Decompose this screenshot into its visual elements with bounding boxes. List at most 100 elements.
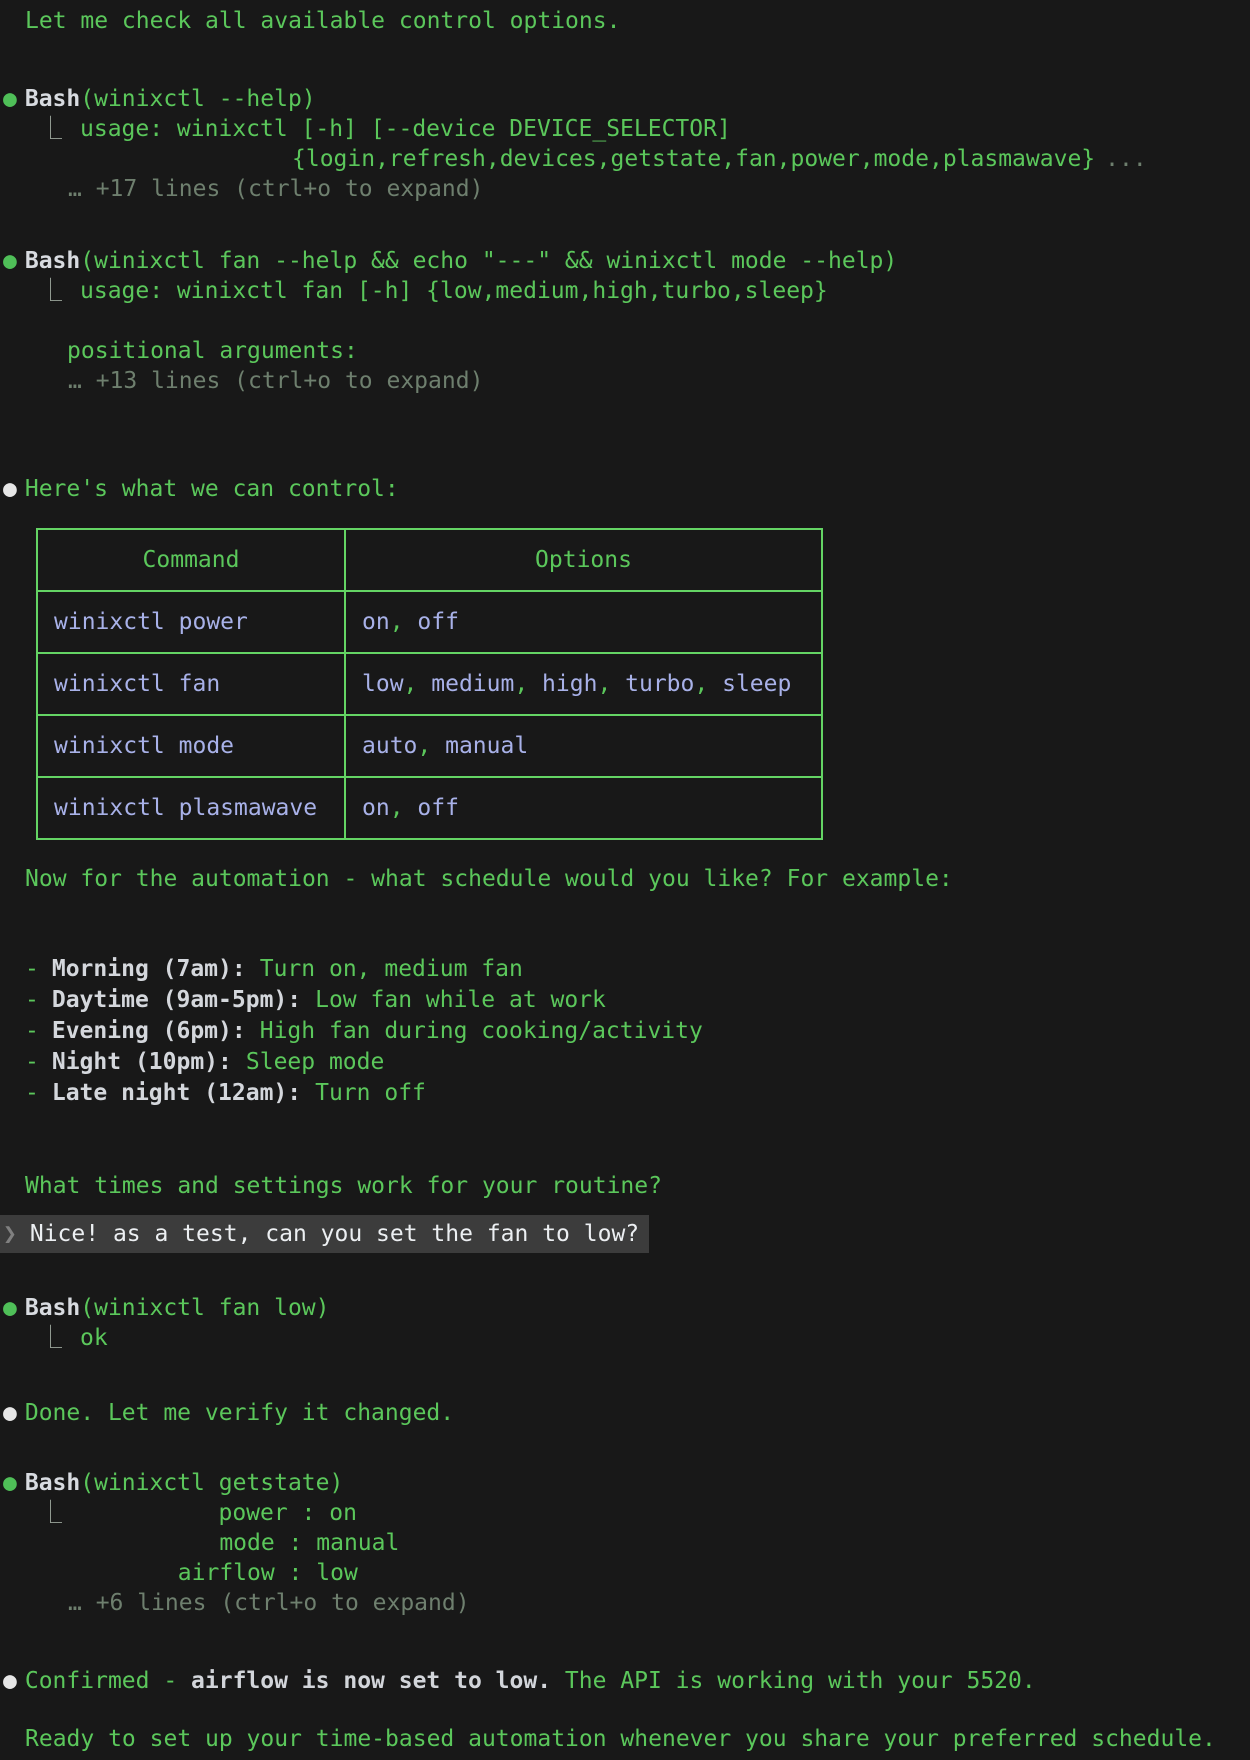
tool-name: Bash	[25, 248, 80, 274]
collapsed-output-hint[interactable]: … +13 lines (ctrl+o to expand)	[0, 366, 1250, 396]
schedule-text: Turn on, medium fan	[260, 956, 523, 982]
tool-bullet-icon: ●	[3, 86, 17, 112]
blank-line	[0, 306, 1250, 336]
spacer	[0, 1253, 1250, 1293]
tool-output-text: usage: winixctl fan [-h] {low,medium,hig…	[80, 278, 828, 304]
list-dash: -	[25, 956, 39, 982]
option-separator: ,	[597, 671, 625, 697]
schedule-label: Late night (12am):	[52, 1080, 301, 1106]
assistant-text: Done. Let me verify it changed.	[25, 1400, 454, 1426]
tool-bullet-icon: ●	[3, 1295, 17, 1321]
table-cell-command: winixctl fan	[37, 653, 345, 715]
spacer	[0, 1618, 1250, 1666]
tool-output-line: airflow : low	[0, 1558, 1250, 1588]
tool-call-getstate: ●Bash(winixctl getstate)	[0, 1468, 1250, 1498]
collapsed-output-hint[interactable]: … +17 lines (ctrl+o to expand)	[0, 174, 1250, 204]
assistant-outro-text: Ready to set up your time-based automati…	[0, 1724, 1250, 1754]
table-cell-command: winixctl mode	[37, 715, 345, 777]
tool-output-line: ⎿ power : on	[0, 1498, 1250, 1528]
tool-output-text: power : on	[80, 1500, 357, 1526]
table-row: winixctl mode auto, manual	[37, 715, 822, 777]
tool-name: Bash	[25, 1295, 80, 1321]
table-cell-options: auto, manual	[345, 715, 822, 777]
tool-output-line: ⎿ ok	[0, 1323, 1250, 1353]
option-value: turbo	[625, 671, 694, 697]
assistant-text-question: What times and settings work for your ro…	[0, 1171, 1250, 1201]
spacer	[0, 1109, 1250, 1171]
tool-output-line: ⎿usage: winixctl [-h] [--device DEVICE_S…	[0, 114, 1250, 144]
spacer	[0, 36, 1250, 84]
assistant-text: Here's what we can control:	[25, 476, 399, 502]
schedule-label: Daytime (9am-5pm):	[52, 987, 301, 1013]
option-separator: ,	[694, 671, 722, 697]
message-bullet-icon: ●	[3, 476, 17, 502]
schedule-text: Sleep mode	[246, 1049, 384, 1075]
prompt-chevron-icon: ❯	[3, 1221, 17, 1247]
control-options-table: Command Options winixctl power on, off w…	[36, 528, 823, 840]
spacer	[0, 1696, 1250, 1724]
option-value: low	[362, 671, 404, 697]
user-message-row: ❯Nice! as a test, can you set the fan to…	[0, 1215, 1250, 1253]
option-value: high	[542, 671, 597, 697]
option-separator: ,	[404, 671, 432, 697]
collapsed-output-hint[interactable]: … +6 lines (ctrl+o to expand)	[0, 1588, 1250, 1618]
assistant-intro-text: Let me check all available control optio…	[0, 6, 1250, 36]
option-value: off	[417, 609, 459, 635]
option-value: off	[417, 795, 459, 821]
table-header-command: Command	[37, 529, 345, 591]
spacer	[0, 1428, 1250, 1468]
tool-output-text: {login,refresh,devices,getstate,fan,powe…	[292, 146, 1095, 172]
list-dash: -	[25, 1018, 39, 1044]
tool-command: (winixctl getstate)	[80, 1470, 343, 1496]
tool-output-text: usage: winixctl [-h] [--device DEVICE_SE…	[80, 116, 731, 142]
spacer	[0, 204, 1250, 246]
assistant-message-verify: ● Done. Let me verify it changed.	[0, 1398, 1250, 1428]
spacer	[0, 396, 1250, 474]
list-dash: -	[25, 1080, 39, 1106]
tool-call-fan-mode-help: ● Bash(winixctl fan --help && echo "---" …	[0, 246, 1250, 276]
schedule-list-item: -Night (10pm):Sleep mode	[0, 1047, 1250, 1078]
elbow-icon: ⎿	[39, 1325, 62, 1351]
tool-call-fan-low: ● Bash(winixctl fan low)	[0, 1293, 1250, 1323]
tool-bullet-icon: ●	[3, 1470, 17, 1496]
table-cell-options: low, medium, high, turbo, sleep	[345, 653, 822, 715]
tool-command: (winixctl --help)	[80, 86, 315, 112]
table-cell-command: winixctl power	[37, 591, 345, 653]
tool-bullet-icon: ●	[3, 248, 17, 274]
spacer	[0, 1201, 1250, 1215]
option-value: on	[362, 795, 390, 821]
tool-command: (winixctl fan --help && echo "---" && wi…	[80, 248, 897, 274]
tool-command: (winixctl fan low)	[80, 1295, 329, 1321]
schedule-text: Low fan while at work	[315, 987, 606, 1013]
table-cell-options: on, off	[345, 777, 822, 839]
tool-output-line: positional arguments:	[0, 336, 1250, 366]
option-value: on	[362, 609, 390, 635]
user-message-band: ❯Nice! as a test, can you set the fan to…	[0, 1215, 649, 1253]
tool-output-text: ok	[80, 1325, 108, 1351]
schedule-list-item: -Late night (12am): Turn off	[0, 1078, 1250, 1109]
schedule-list-item: -Evening (6pm):High fan during cooking/a…	[0, 1016, 1250, 1047]
schedule-label: Morning (7am):	[52, 956, 246, 982]
assistant-message-control-heading: ● Here's what we can control:	[0, 474, 1250, 504]
assistant-message-confirm: ●Confirmed - airflow is now set to low. …	[0, 1666, 1250, 1696]
table-row: winixctl fan low, medium, high, turbo, s…	[37, 653, 822, 715]
table-row: winixctl power on, off	[37, 591, 822, 653]
option-value: medium	[431, 671, 514, 697]
elbow-icon: ⎿	[39, 1500, 62, 1526]
tool-output-line: {login,refresh,devices,getstate,fan,powe…	[0, 144, 1250, 174]
message-bullet-icon: ●	[3, 1400, 17, 1426]
tool-output-line: ⎿ usage: winixctl fan [-h] {low,medium,hi…	[0, 276, 1250, 306]
tool-name: Bash	[25, 86, 80, 112]
table-cell-options: on, off	[345, 591, 822, 653]
elbow-icon: ⎿	[39, 278, 62, 304]
message-bullet-icon: ●	[3, 1668, 17, 1694]
schedule-text: High fan during cooking/activity	[260, 1018, 703, 1044]
assistant-text: Confirmed -	[25, 1668, 191, 1694]
truncation-ellipsis: ...	[1105, 146, 1147, 172]
table-header-row: Command Options	[37, 529, 822, 591]
schedule-list-item: -Daytime (9am-5pm): Low fan while at work	[0, 985, 1250, 1016]
list-dash: -	[25, 987, 39, 1013]
option-separator: ,	[390, 795, 418, 821]
schedule-text: Turn off	[315, 1080, 426, 1106]
spacer	[0, 894, 1250, 954]
